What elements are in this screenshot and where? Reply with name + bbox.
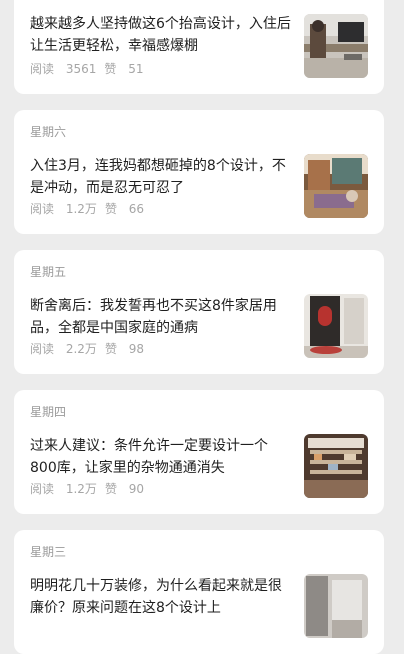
day-label: 星期四: [30, 405, 67, 419]
entry-door-photo-icon: [304, 294, 368, 358]
read-count: 阅读 1.2万: [30, 482, 97, 496]
article-thumbnail[interactable]: [304, 14, 368, 78]
office-desk-photo-icon: [304, 14, 368, 78]
day-label: 星期三: [30, 545, 67, 559]
article-card[interactable]: 星期四 过来人建议：条件允许一定要设计一个800库，让家里的杂物通通消失 阅读 …: [14, 390, 384, 514]
like-count: 赞 90: [104, 482, 145, 496]
article-thumbnail[interactable]: [304, 294, 368, 358]
like-count: 赞 51: [104, 62, 144, 76]
article-title[interactable]: 断舍离后：我发誓再也不买这8件家居用品，全都是中国家庭的通病: [30, 295, 292, 339]
article-title[interactable]: 越来越多人坚持做这6个抬高设计，入住后让生活更轻松，幸福感爆棚: [30, 13, 292, 57]
article-stats: 阅读 1.2万赞 66: [30, 201, 144, 217]
article-title[interactable]: 明明花几十万装修，为什么看起来就是很廉价？原来问题在这8个设计上: [30, 575, 292, 619]
day-label: 星期五: [30, 265, 67, 279]
article-thumbnail[interactable]: [304, 574, 368, 638]
article-card[interactable]: 越来越多人坚持做这6个抬高设计，入住后让生活更轻松，幸福感爆棚 阅读 3561 赞…: [14, 0, 384, 94]
like-count: 赞 66: [104, 202, 145, 216]
article-thumbnail[interactable]: [304, 154, 368, 218]
day-label: 星期六: [30, 125, 67, 139]
article-stats: 阅读 1.2万赞 90: [30, 481, 144, 497]
article-stats: 阅读 3561 赞 51: [30, 61, 144, 77]
article-card[interactable]: 星期三 明明花几十万装修，为什么看起来就是很廉价？原来问题在这8个设计上: [14, 530, 384, 654]
read-count: 阅读 3561: [30, 62, 97, 76]
article-title[interactable]: 过来人建议：条件允许一定要设计一个800库，让家里的杂物通通消失: [30, 435, 292, 479]
article-title[interactable]: 入住3月，连我妈都想砸掉的8个设计，不是冲动，而是忍无可忍了: [30, 155, 292, 199]
storage-room-photo-icon: [304, 434, 368, 498]
living-room-photo-icon: [304, 154, 368, 218]
article-thumbnail[interactable]: [304, 434, 368, 498]
read-count: 阅读 1.2万: [30, 202, 97, 216]
article-stats: 阅读 2.2万赞 98: [30, 341, 144, 357]
like-count: 赞 98: [104, 342, 145, 356]
read-count: 阅读 2.2万: [30, 342, 97, 356]
article-card[interactable]: 星期五 断舍离后：我发誓再也不买这8件家居用品，全都是中国家庭的通病 阅读 2.…: [14, 250, 384, 374]
article-card[interactable]: 星期六 入住3月，连我妈都想砸掉的8个设计，不是冲动，而是忍无可忍了 阅读 1.…: [14, 110, 384, 234]
interior-photo-icon: [304, 574, 368, 638]
